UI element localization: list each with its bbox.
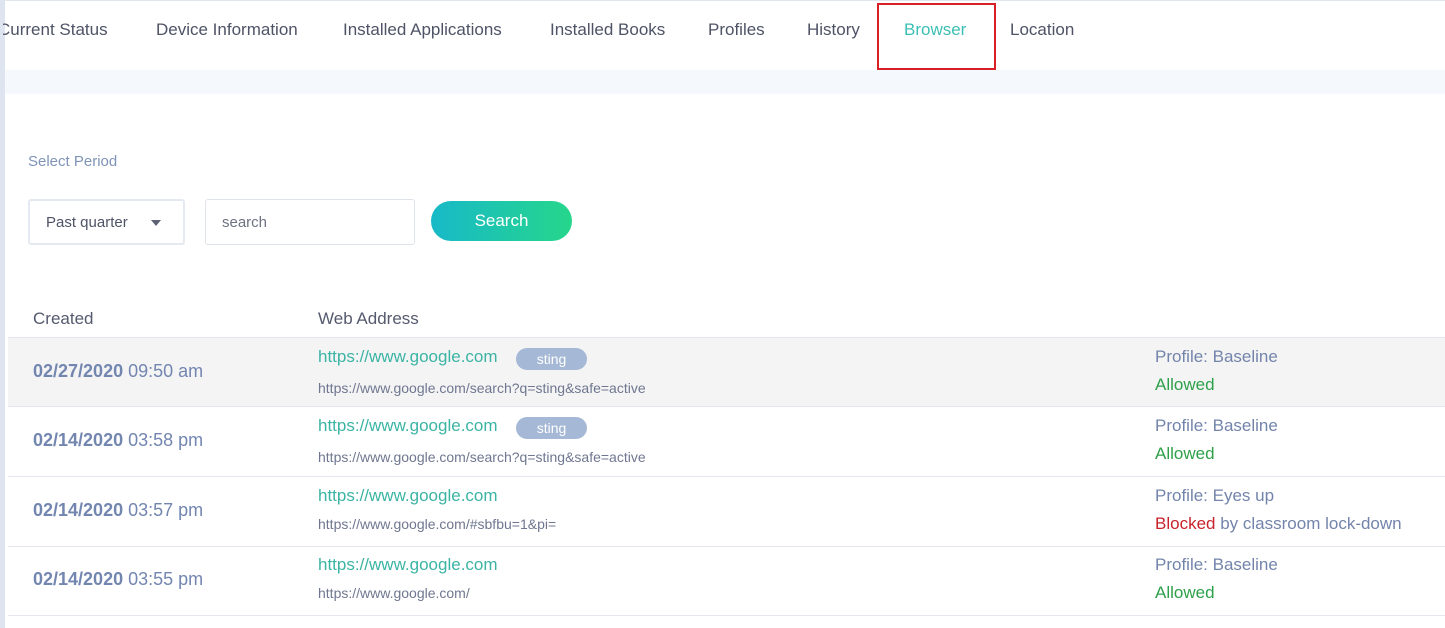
table-row: 02/14/2020 03:55 pm https://www.google.c… <box>8 546 1445 616</box>
profile-name: Profile: Baseline <box>1155 555 1278 574</box>
period-select[interactable]: Past quarter <box>28 199 185 245</box>
created-time: 03:57 pm <box>128 500 204 520</box>
column-header-web-address: Web Address <box>318 309 419 328</box>
created-cell: 02/14/2020 03:57 pm <box>33 500 203 521</box>
search-term-badge: sting <box>516 348 587 370</box>
created-time: 03:55 pm <box>128 569 204 589</box>
profile-name: Profile: Baseline <box>1155 416 1278 435</box>
web-address-link[interactable]: https://www.google.com <box>318 486 498 506</box>
tab-installed-books[interactable]: Installed Books <box>550 0 665 62</box>
status-allowed: Allowed <box>1155 375 1215 394</box>
web-address-link[interactable]: https://www.google.com <box>318 555 498 575</box>
profile-name: Profile: Eyes up <box>1155 486 1275 505</box>
tab-installed-applications[interactable]: Installed Applications <box>343 0 502 62</box>
select-period-label: Select Period <box>28 153 118 170</box>
full-url: https://www.google.com/ <box>318 585 470 601</box>
block-reason: by classroom lock-down <box>1220 514 1402 533</box>
access-status: Allowed <box>1155 583 1215 603</box>
profile-name: Profile: Baseline <box>1155 347 1278 366</box>
created-cell: 02/27/2020 09:50 am <box>33 361 203 382</box>
table-row: 02/27/2020 09:50 am https://www.google.c… <box>8 337 1445 407</box>
header-band <box>5 70 1445 94</box>
access-status: Blocked by classroom lock-down <box>1155 514 1402 534</box>
access-status: Allowed <box>1155 375 1215 395</box>
web-address-link[interactable]: https://www.google.com <box>318 416 498 436</box>
status-allowed: Allowed <box>1155 444 1215 463</box>
tab-profiles[interactable]: Profiles <box>708 0 765 62</box>
created-time: 03:58 pm <box>128 430 204 450</box>
created-date: 02/14/2020 <box>33 430 124 450</box>
web-address-link[interactable]: https://www.google.com <box>318 347 498 367</box>
column-header-created: Created <box>33 309 94 328</box>
tab-history[interactable]: History <box>807 0 860 62</box>
table-row: 02/14/2020 03:58 pm https://www.google.c… <box>8 407 1445 477</box>
status-blocked: Blocked <box>1155 514 1216 533</box>
created-date: 02/27/2020 <box>33 361 124 381</box>
created-date: 02/14/2020 <box>33 500 124 520</box>
full-url: https://www.google.com/#sbfbu=1&pi= <box>318 516 557 532</box>
created-cell: 02/14/2020 03:55 pm <box>33 569 203 590</box>
search-button[interactable]: Search <box>431 201 572 241</box>
table-row: 02/14/2020 03:57 pm https://www.google.c… <box>8 477 1445 547</box>
access-status: Allowed <box>1155 444 1215 464</box>
search-term-badge: sting <box>516 417 587 439</box>
tab-location[interactable]: Location <box>1010 0 1074 62</box>
tab-current-status[interactable]: Current Status <box>3 0 108 62</box>
search-input[interactable] <box>205 199 415 245</box>
created-time: 09:50 am <box>128 361 204 381</box>
tab-bar: Current Status Device Information Instal… <box>0 0 1445 70</box>
status-allowed: Allowed <box>1155 583 1215 602</box>
full-url: https://www.google.com/search?q=sting&sa… <box>318 380 646 396</box>
active-tab-highlight-box <box>877 3 996 70</box>
full-url: https://www.google.com/search?q=sting&sa… <box>318 449 646 465</box>
period-select-value: Past quarter <box>46 214 128 231</box>
left-border <box>0 0 5 628</box>
tab-device-information[interactable]: Device Information <box>156 0 298 62</box>
caret-down-icon <box>151 220 161 226</box>
created-date: 02/14/2020 <box>33 569 124 589</box>
created-cell: 02/14/2020 03:58 pm <box>33 430 203 451</box>
